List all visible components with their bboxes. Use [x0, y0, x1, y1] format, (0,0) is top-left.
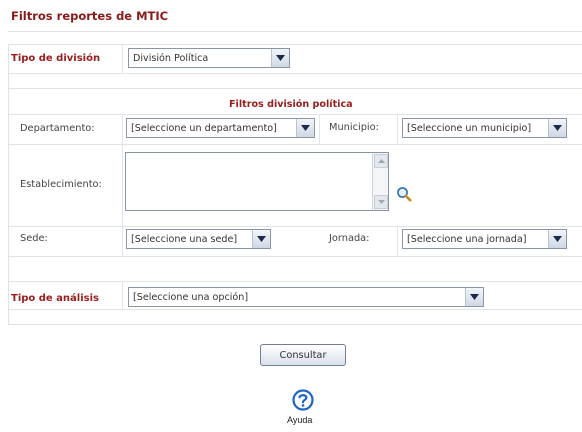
chevron-down-icon	[548, 230, 566, 248]
column-divider	[397, 226, 398, 256]
divider	[8, 31, 582, 32]
establecimiento-textarea[interactable]	[125, 152, 389, 211]
sede-select[interactable]: [Seleccione una sede]	[126, 229, 271, 249]
frame-bottom-border	[8, 324, 582, 325]
column-divider	[122, 226, 123, 256]
division-type-value: División Política	[133, 52, 209, 64]
consultar-button[interactable]: Consultar	[260, 344, 346, 366]
municipio-label: Municipio:	[329, 122, 379, 133]
chevron-down-icon	[271, 49, 289, 67]
division-type-select[interactable]: División Política	[128, 48, 290, 68]
filters-section-title: Filtros división política	[229, 99, 353, 110]
column-divider	[319, 114, 320, 144]
jornada-select[interactable]: [Seleccione una jornada]	[402, 229, 567, 249]
column-divider	[122, 144, 123, 226]
departamento-label: Departamento:	[20, 123, 95, 134]
search-icon[interactable]	[396, 186, 412, 202]
division-type-label: Tipo de división	[11, 53, 101, 64]
chevron-down-icon	[252, 230, 270, 248]
analysis-type-label: Tipo de análisis	[11, 293, 99, 304]
column-divider	[397, 114, 398, 144]
jornada-label: Jornada:	[329, 233, 370, 244]
divider	[8, 44, 582, 45]
municipio-select[interactable]: [Seleccione un municipio]	[402, 118, 567, 138]
chevron-down-icon	[296, 119, 314, 137]
page-title: Filtros reportes de MTIC	[11, 9, 169, 23]
chevron-down-icon	[548, 119, 566, 137]
analysis-type-select[interactable]: [Seleccione una opción]	[128, 287, 484, 307]
departamento-select[interactable]: [Seleccione un departamento]	[126, 118, 315, 138]
establecimiento-label: Establecimiento:	[20, 179, 102, 190]
help-label: Ayuda	[287, 415, 313, 425]
analysis-type-value: [Seleccione una opción]	[133, 291, 249, 303]
chevron-down-icon	[465, 288, 483, 306]
question-circle-icon	[292, 389, 314, 411]
frame-left-border	[8, 44, 9, 325]
help-button[interactable]: Ayuda	[283, 389, 321, 429]
column-divider	[122, 114, 123, 144]
divider	[8, 73, 582, 74]
sede-value: [Seleccione una sede]	[131, 233, 238, 245]
departamento-value: [Seleccione un departamento]	[131, 122, 277, 134]
column-divider	[122, 44, 123, 73]
divider	[8, 88, 582, 89]
divider	[8, 114, 582, 115]
divider	[8, 144, 582, 145]
municipio-value: [Seleccione un municipio]	[407, 122, 532, 134]
divider	[8, 309, 582, 310]
scroll-up-button[interactable]	[374, 154, 388, 168]
divider	[8, 256, 582, 257]
jornada-value: [Seleccione una jornada]	[407, 233, 527, 245]
scroll-down-button[interactable]	[374, 195, 388, 209]
establecimiento-scrollbar[interactable]	[372, 153, 388, 210]
sede-label: Sede:	[20, 233, 48, 244]
divider	[8, 281, 582, 282]
column-divider	[122, 281, 123, 309]
divider	[8, 226, 582, 227]
